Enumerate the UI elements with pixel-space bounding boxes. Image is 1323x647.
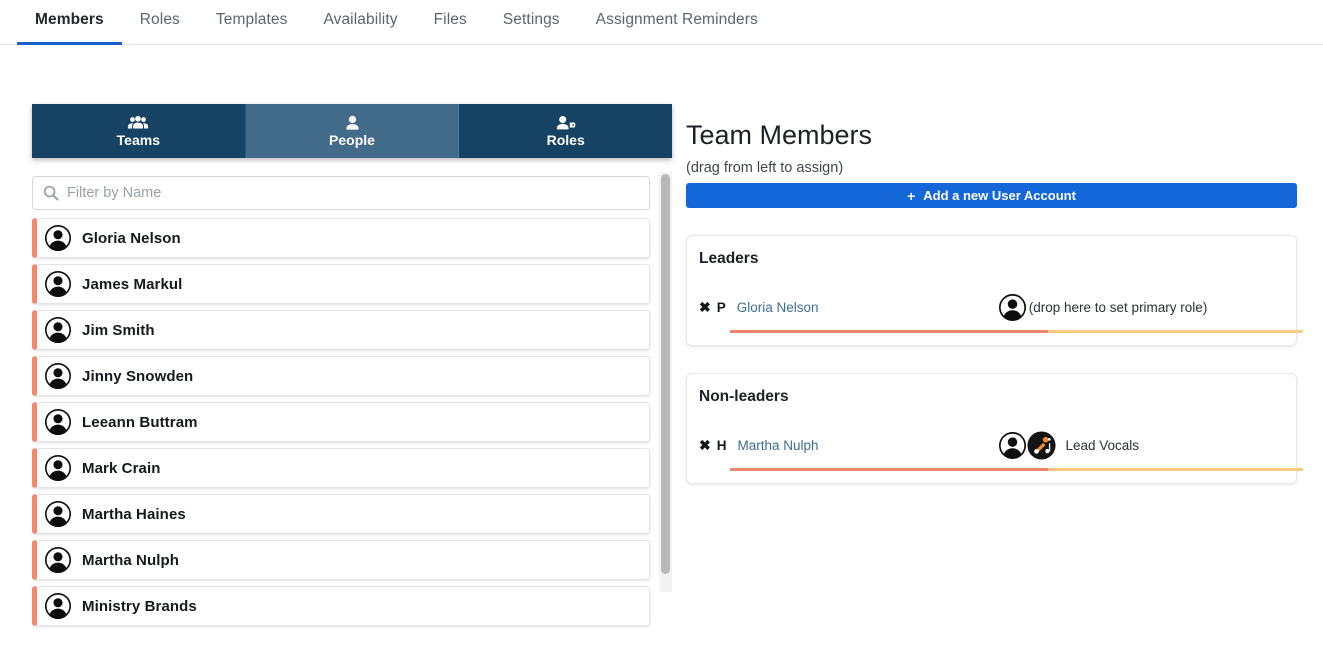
user-icon xyxy=(345,115,360,131)
list-item[interactable]: Martha Nulph xyxy=(32,540,650,580)
add-user-account-button[interactable]: + Add a new User Account xyxy=(686,183,1297,208)
person-avatar-icon xyxy=(45,317,71,343)
person-avatar-icon xyxy=(45,593,71,619)
people-picker-panel: Teams People Roles Gloria Nelson James Mark… xyxy=(32,104,672,638)
role-drop-zone[interactable]: Lead Vocals xyxy=(999,431,1139,460)
assignment-card-non-leaders: Non-leaders ✖ H Martha Nulph Lead Vocals xyxy=(686,373,1297,484)
microphone-icon xyxy=(1027,431,1056,460)
tab-assignment-reminders[interactable]: Assignment Reminders xyxy=(578,0,776,45)
list-item-label: Gloria Nelson xyxy=(82,230,181,247)
segment-teams[interactable]: Teams xyxy=(32,104,246,158)
divider-left-segment xyxy=(730,330,1048,333)
list-item-label: James Markul xyxy=(82,276,182,293)
filter-field-wrapper xyxy=(32,176,650,210)
list-item-label: Jim Smith xyxy=(82,322,155,339)
list-item[interactable]: Jinny Snowden xyxy=(32,356,650,396)
person-avatar-icon xyxy=(45,363,71,389)
users-icon xyxy=(127,115,149,131)
list-item[interactable]: Ministry Brands xyxy=(32,586,650,626)
list-item-label: Jinny Snowden xyxy=(82,368,193,385)
assignment-status-badge[interactable]: P xyxy=(717,300,726,315)
assigned-person-link[interactable]: Martha Nulph xyxy=(737,438,999,453)
list-item-label: Ministry Brands xyxy=(82,598,197,615)
assignment-status-badge[interactable]: H xyxy=(717,438,727,453)
person-avatar-icon xyxy=(45,409,71,435)
drop-hint-label: (drop here to set primary role) xyxy=(1029,300,1208,315)
tab-availability[interactable]: Availability xyxy=(305,0,415,45)
person-avatar-icon xyxy=(999,294,1026,321)
scrollbar-thumb[interactable] xyxy=(661,174,670,574)
person-avatar-icon xyxy=(45,455,71,481)
source-type-segmented-control: Teams People Roles xyxy=(32,104,672,158)
assignment-row-divider xyxy=(730,468,1303,471)
card-title: Non-leaders xyxy=(699,388,1284,406)
remove-assignment-icon[interactable]: ✖ xyxy=(699,438,711,452)
role-drop-zone[interactable]: (drop here to set primary role) xyxy=(999,294,1208,321)
plus-icon: + xyxy=(907,189,915,203)
list-item[interactable]: James Markul xyxy=(32,264,650,304)
top-tab-bar: MembersRolesTemplatesAvailabilityFilesSe… xyxy=(0,0,1323,45)
drag-hint-text: (drag from left to assign) xyxy=(686,160,1297,176)
tab-roles[interactable]: Roles xyxy=(122,0,198,45)
tab-files[interactable]: Files xyxy=(416,0,485,45)
page-title: Team Members xyxy=(686,118,1297,152)
card-title: Leaders xyxy=(699,250,1284,268)
assignment-row-divider xyxy=(730,330,1303,333)
person-avatar-icon xyxy=(45,225,71,251)
list-item[interactable]: Gloria Nelson xyxy=(32,218,650,258)
tab-settings[interactable]: Settings xyxy=(485,0,578,45)
remove-assignment-icon[interactable]: ✖ xyxy=(699,300,711,314)
filter-by-name-input[interactable] xyxy=(32,176,650,210)
assigned-role-label: Lead Vocals xyxy=(1065,438,1139,453)
segment-label: People xyxy=(329,133,375,147)
assignment-row: ✖ P Gloria Nelson (drop here to set primary… xyxy=(699,294,1284,320)
assignment-card-leaders: Leaders ✖ P Gloria Nelson (drop here to set … xyxy=(686,235,1297,346)
divider-left-segment xyxy=(730,468,1048,471)
tab-members[interactable]: Members xyxy=(17,0,122,45)
list-item[interactable]: Martha Haines xyxy=(32,494,650,534)
segment-label: Roles xyxy=(547,133,585,147)
user-tag-icon xyxy=(556,115,576,131)
person-avatar-icon xyxy=(999,432,1026,459)
segment-roles[interactable]: Roles xyxy=(459,104,672,158)
team-members-panel: Team Members (drag from left to assign) … xyxy=(686,118,1297,484)
person-avatar-icon xyxy=(45,271,71,297)
list-item-label: Leeann Buttram xyxy=(82,414,198,431)
person-avatar-icon xyxy=(45,501,71,527)
assignment-row: ✖ H Martha Nulph Lead Vocals xyxy=(699,432,1284,458)
list-item-label: Martha Haines xyxy=(82,506,186,523)
add-user-account-label: Add a new User Account xyxy=(923,188,1076,203)
divider-right-segment xyxy=(1048,468,1303,471)
tab-templates[interactable]: Templates xyxy=(198,0,306,45)
list-item[interactable]: Jim Smith xyxy=(32,310,650,350)
list-item-label: Mark Crain xyxy=(82,460,161,477)
divider-right-segment xyxy=(1048,330,1303,333)
list-item[interactable]: Mark Crain xyxy=(32,448,650,488)
segment-label: Teams xyxy=(117,133,160,147)
person-avatar-icon xyxy=(45,547,71,573)
people-list-scrollbar[interactable] xyxy=(659,172,672,592)
segment-people[interactable]: People xyxy=(246,104,460,158)
list-item[interactable]: Leeann Buttram xyxy=(32,402,650,442)
assigned-person-link[interactable]: Gloria Nelson xyxy=(737,300,999,315)
list-item-label: Martha Nulph xyxy=(82,552,179,569)
people-list[interactable]: Gloria Nelson James Markul Jim Smith Jinny … xyxy=(32,218,672,638)
